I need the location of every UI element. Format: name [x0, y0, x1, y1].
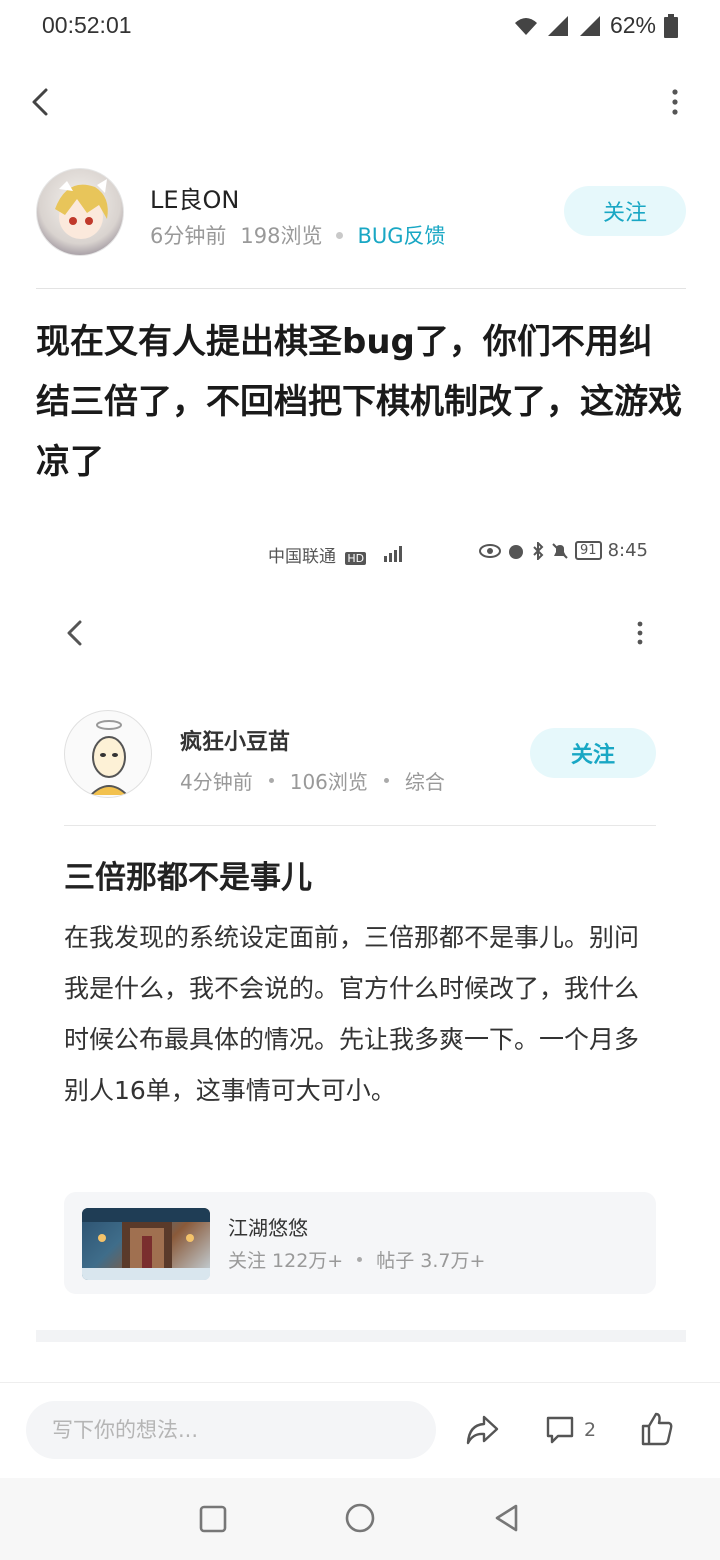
forum-stats: 关注 122万+ 帖子 3.7万+	[228, 1246, 485, 1273]
eye-icon	[479, 543, 502, 558]
divider	[64, 825, 656, 826]
separator-dot	[336, 231, 344, 239]
system-nav-bar	[0, 1478, 720, 1560]
share-icon[interactable]	[464, 1413, 500, 1447]
avatar-illustration	[55, 179, 108, 239]
thumbs-up-icon[interactable]	[640, 1411, 674, 1447]
author-row: LE良ON 6分钟前 198浏览 BUG反馈 关注	[36, 168, 686, 258]
separator-dot	[383, 778, 389, 783]
post-meta: 6分钟前 198浏览 BUG反馈	[150, 220, 446, 250]
forum-cover-image	[82, 1208, 210, 1280]
forum-name: 江湖悠悠	[228, 1216, 308, 1240]
comment-input[interactable]	[26, 1401, 436, 1459]
divider	[36, 288, 686, 289]
forum-card: 江湖悠悠 关注 122万+ 帖子 3.7万+	[64, 1192, 656, 1294]
author-name[interactable]: LE良ON	[150, 180, 239, 215]
embedded-author-name: 疯狂小豆苗	[180, 730, 291, 755]
embedded-follow-button: 关注	[530, 728, 656, 778]
forum-followers: 关注 122万+	[228, 1250, 344, 1272]
signal-icon	[579, 15, 600, 36]
post-title: 现在又有人提出棋圣bug了，你们不用纠结三倍了，不回档把下棋机制改了，这游戏凉了	[36, 322, 682, 482]
battery-percent: 62%	[609, 12, 656, 38]
category-link[interactable]: BUG反馈	[357, 220, 445, 250]
comment-bar: 2	[0, 1382, 720, 1476]
time-ago: 4分钟前	[180, 770, 253, 794]
embedded-status-icons: 91 8:45	[479, 540, 648, 561]
comment-count: 2	[584, 1419, 597, 1441]
back-arrow-icon[interactable]	[22, 82, 62, 122]
embedded-post-title: 三倍那都不是事儿	[64, 860, 312, 896]
more-options-icon[interactable]	[660, 82, 690, 122]
follow-button[interactable]: 关注	[564, 186, 686, 236]
embedded-post-body: 在我发现的系统设定面前，三倍那都不是事儿。别问我是什么，我不会说的。官方什么时候…	[64, 923, 640, 1105]
separator-dot	[268, 778, 274, 783]
hd-icon: HD	[345, 552, 367, 565]
embedded-time: 8:45	[607, 540, 648, 561]
top-bar	[0, 72, 720, 132]
comment-button[interactable]: 2	[544, 1413, 596, 1447]
embedded-bottom-strip	[36, 1330, 686, 1342]
wifi-icon	[514, 17, 537, 35]
recent-apps-icon[interactable]	[198, 1504, 228, 1534]
separator-dot	[357, 1257, 363, 1262]
avatar[interactable]	[36, 168, 124, 256]
battery-icon	[664, 13, 678, 38]
category: 综合	[404, 770, 445, 794]
signal-icon	[383, 546, 402, 562]
more-options-icon	[637, 621, 643, 645]
avatar-illustration	[90, 720, 128, 796]
nav-back-icon[interactable]	[492, 1502, 522, 1534]
embedded-avatar	[64, 710, 152, 798]
mute-icon	[552, 542, 568, 559]
embedded-post-meta: 4分钟前 106浏览 综合	[180, 766, 445, 795]
status-time: 00:52:01	[42, 12, 132, 38]
embedded-status-carrier: 中国联通 HD	[268, 542, 402, 567]
time-ago: 6分钟前	[150, 224, 227, 248]
embedded-screenshot[interactable]: 中国联通 HD 91 8:45 疯狂小豆苗 4分钟前 106浏览 综合 关注 三…	[36, 520, 686, 1342]
alarm-icon	[509, 544, 524, 559]
bluetooth-icon	[533, 541, 544, 560]
back-arrow-icon	[67, 620, 82, 646]
home-icon[interactable]	[344, 1502, 376, 1534]
status-icons: 62%	[514, 12, 678, 39]
view-count: 198浏览	[240, 224, 323, 248]
comment-icon	[546, 1416, 574, 1444]
forum-cover-illustration	[82, 1208, 210, 1280]
forum-posts: 帖子 3.7万+	[376, 1250, 486, 1272]
battery-icon: 91	[575, 541, 602, 560]
view-count: 106浏览	[289, 770, 368, 794]
embedded-battery: 91	[580, 543, 597, 558]
signal-icon	[547, 15, 568, 36]
status-bar: 00:52:01 62%	[0, 0, 720, 56]
